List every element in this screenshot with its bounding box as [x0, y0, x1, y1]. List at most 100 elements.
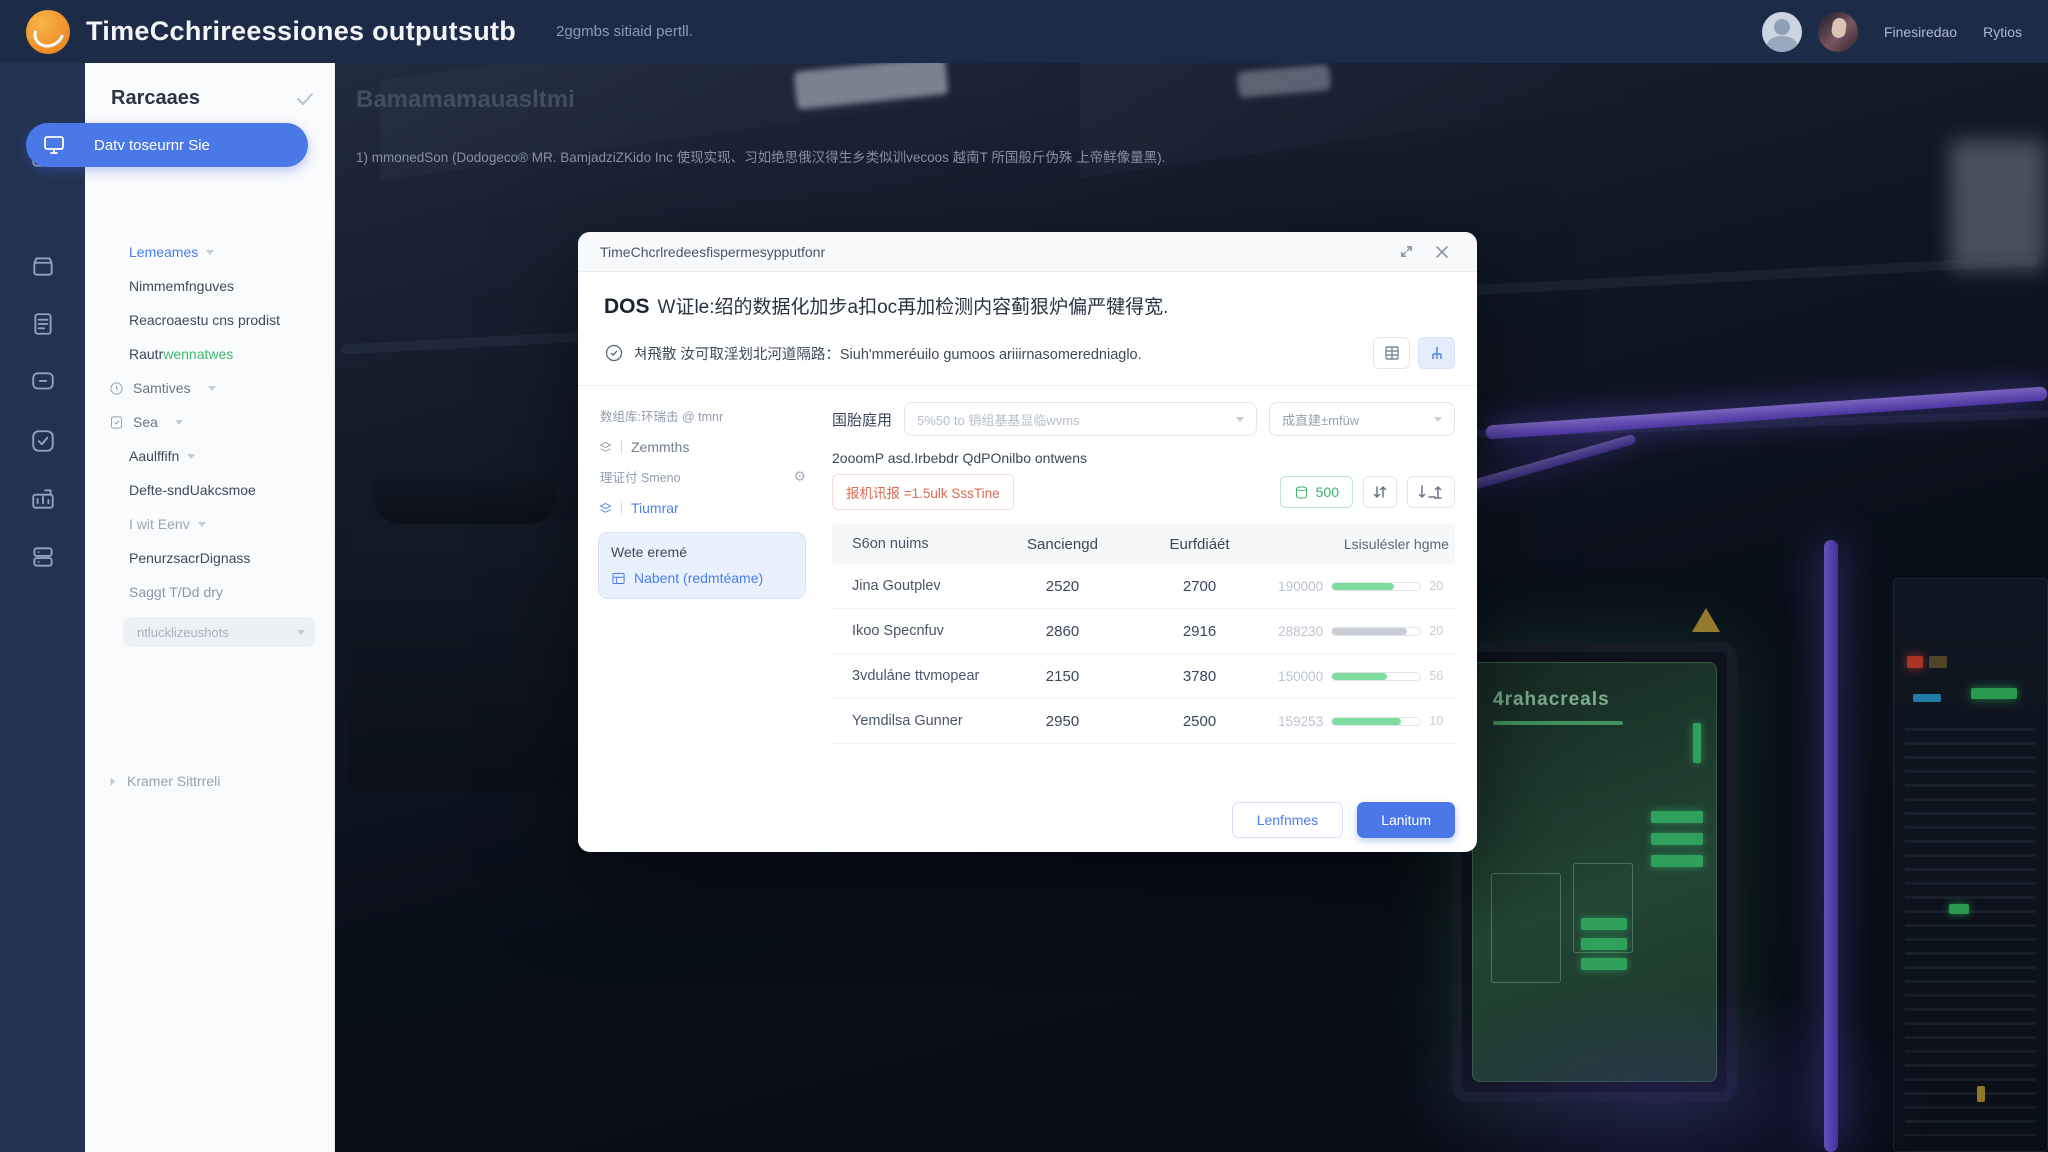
- page-title: Bamamamauasltmi: [356, 86, 575, 114]
- table-icon: [611, 571, 626, 586]
- chevron-right-icon: [111, 777, 116, 785]
- sidebar-item[interactable]: Samtives: [85, 371, 335, 405]
- clock-icon: [109, 381, 124, 396]
- confirm-button[interactable]: Lanitum: [1357, 802, 1455, 838]
- row-count-button[interactable]: 500: [1280, 476, 1353, 508]
- table-row[interactable]: 3vduláne ttvmopear 2150 3780 150000 56: [832, 654, 1455, 699]
- sidebar-item[interactable]: I wit Eenv: [85, 507, 335, 541]
- filter-select-primary[interactable]: 5%50 to 销组基基显临wvms: [904, 402, 1257, 436]
- app-window: 4rahacreals Bamamama: [0, 0, 2048, 1152]
- column-header: Eurfdiáét: [1131, 536, 1268, 553]
- sidebar-check-icon[interactable]: [296, 92, 314, 106]
- table-row[interactable]: Ikoo Specnfuv 2860 2916 288230 20: [832, 609, 1455, 654]
- sidebar: Rarcaaes Lemeames Nimmemfnguves Reacroae…: [85, 63, 335, 1152]
- column-header: Sanciengd: [994, 536, 1131, 553]
- selected-node-title: Wete eremé: [611, 544, 793, 560]
- display-icon: [42, 133, 66, 157]
- topbar-link-username[interactable]: Finesiredao: [1884, 24, 1957, 40]
- progress-bar: [1331, 627, 1421, 636]
- target-item[interactable]: Tiumrar: [598, 494, 806, 522]
- progress-bar: [1331, 717, 1421, 726]
- divider: [621, 440, 622, 454]
- swap-sort-button[interactable]: [1363, 476, 1397, 508]
- check-square-icon[interactable]: [24, 422, 62, 460]
- column-header: Lsisulésler hgme: [1268, 536, 1455, 552]
- sidebar-select[interactable]: ntlucklizeushots: [123, 617, 315, 647]
- cell-progress: 159253 10: [1268, 714, 1455, 729]
- chat-icon[interactable]: [24, 363, 62, 401]
- layers-icon: [598, 440, 613, 455]
- cell-name: Ikoo Specnfuv: [832, 623, 994, 639]
- brand-logo-icon[interactable]: [26, 10, 70, 54]
- table-row[interactable]: Jina Goutplev 2520 2700 190000 20: [832, 564, 1455, 609]
- chevron-down-icon: [1434, 417, 1442, 422]
- cell-progress: 150000 56: [1268, 669, 1455, 684]
- archive-icon[interactable]: [24, 247, 62, 285]
- sidebar-item[interactable]: Nimmemfnguves: [85, 269, 335, 303]
- chevron-down-icon: [1236, 417, 1244, 422]
- sidebar-item[interactable]: Rautrwennatwes: [85, 337, 335, 371]
- view-toggle-table[interactable]: [1373, 337, 1410, 369]
- sidebar-collapsed-item[interactable]: Kramer Sittrreli: [109, 773, 220, 789]
- user-avatar[interactable]: [1762, 12, 1802, 52]
- document-icon[interactable]: [24, 305, 62, 343]
- rule-chip[interactable]: 报机讯报 =1.5ulk SssTine: [832, 474, 1014, 510]
- source-item[interactable]: Zemmths: [598, 433, 806, 461]
- dialog-left-panel: 数组库:环瑞击 @ tmnr Zemmths 理证付 Smeno ⚙ Tiumr…: [598, 402, 806, 788]
- cancel-button[interactable]: Lenfnmes: [1232, 802, 1343, 838]
- chevron-down-icon: [208, 386, 216, 391]
- chart-board-icon[interactable]: [24, 480, 62, 518]
- dialog: TimeChcrlredeesfispermesypputfonr DOSW证l…: [578, 232, 1477, 852]
- layers-icon: [598, 501, 613, 516]
- dialog-footer: Lenfnmes Lanitum: [578, 788, 1477, 852]
- filter-label: 国胎庭用: [832, 409, 892, 430]
- cell-name: Yemdilsa Gunner: [832, 713, 994, 729]
- dialog-notice-text: 쳐飛散 汝可取淫划北河道隔路：Siuh'mmeréuilo gumoos ari…: [634, 343, 1365, 364]
- close-icon[interactable]: [1429, 239, 1455, 265]
- cell-value: 2860: [994, 623, 1131, 640]
- sidebar-title: Rarcaaes: [111, 87, 296, 110]
- cell-progress: 288230 20: [1268, 624, 1455, 639]
- sidebar-item[interactable]: Aaulffifn: [85, 439, 335, 473]
- selected-node-sub: Nabent (redmtéame): [634, 570, 763, 586]
- progress-bar: [1331, 672, 1421, 681]
- sidebar-item[interactable]: Lemeames: [85, 235, 335, 269]
- sort-asc-desc-button[interactable]: [1407, 476, 1455, 508]
- sidebar-item[interactable]: Defte-sndUakcsmoe: [85, 473, 335, 507]
- table-header-row: S6on nuims Sanciengd Eurfdiáét Lsisulésl…: [832, 524, 1455, 564]
- sidebar-item[interactable]: Reacroaestu cns prodist: [85, 303, 335, 337]
- doc-check-icon: [109, 415, 124, 430]
- view-toggle-tree[interactable]: [1418, 337, 1455, 369]
- progress-bar: [1331, 582, 1421, 591]
- selected-node-card[interactable]: Wete eremé Nabent (redmtéame): [598, 532, 806, 599]
- sidebar-item[interactable]: PenurzsacrDignass: [85, 541, 335, 575]
- result-summary-label: 2ooomP asd.Irbebdr QdPOnilbo ontwens: [832, 450, 1455, 466]
- sidebar-item[interactable]: Sea: [85, 405, 335, 439]
- gear-icon[interactable]: ⚙: [793, 468, 806, 485]
- divider: [621, 501, 622, 515]
- cell-value: 2520: [994, 578, 1131, 595]
- icon-rail: [0, 63, 85, 1152]
- cell-value: 2150: [994, 668, 1131, 685]
- chevron-down-icon: [206, 250, 214, 255]
- dialog-title: TimeChcrlredeesfispermesypputfonr: [600, 244, 1383, 260]
- chevron-down-icon: [187, 454, 195, 459]
- topbar-link-menu[interactable]: Rytios: [1983, 24, 2022, 40]
- filter-select-secondary[interactable]: 成直建±mfüw: [1269, 402, 1455, 436]
- sidebar-item-active[interactable]: Datv toseurnr Sie: [26, 123, 308, 167]
- cell-value: 2700: [1131, 578, 1268, 595]
- source-group-label: 数组库:环瑞击 @ tmnr: [600, 406, 806, 425]
- collapse-icon[interactable]: [1393, 239, 1419, 265]
- user-avatar[interactable]: [1818, 12, 1858, 52]
- sidebar-menu: Lemeames Nimmemfnguves Reacroaestu cns p…: [85, 235, 335, 647]
- chevron-down-icon: [198, 522, 206, 527]
- brand-subtitle: 2ggmbs sitiaid pertll.: [556, 23, 693, 40]
- dialog-heading: DOSW证le:绍的数据化加步a扣oc再加检测内容蓟狠炉偏严犍得宽.: [578, 272, 1477, 319]
- cell-value: 2500: [1131, 713, 1268, 730]
- server-icon[interactable]: [24, 538, 62, 576]
- dialog-body: 数组库:环瑞击 @ tmnr Zemmths 理证付 Smeno ⚙ Tiumr…: [578, 386, 1477, 788]
- sidebar-item[interactable]: Saggt T/Dd dry: [85, 575, 335, 609]
- dialog-header: TimeChcrlredeesfispermesypputfonr: [578, 232, 1477, 272]
- cell-progress: 190000 20: [1268, 579, 1455, 594]
- table-row[interactable]: Yemdilsa Gunner 2950 2500 159253 10: [832, 699, 1455, 744]
